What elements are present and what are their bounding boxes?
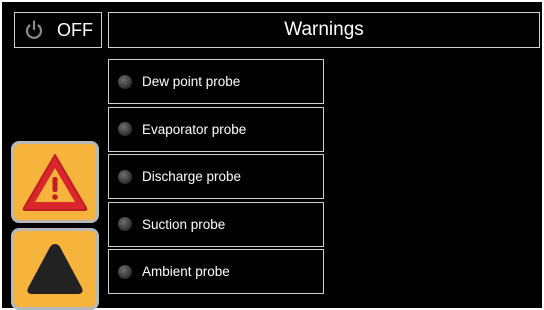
- warning-label: Ambient probe: [142, 264, 230, 279]
- page-title: Warnings: [108, 12, 540, 48]
- warning-label: Dew point probe: [142, 74, 241, 89]
- alarm-button[interactable]: [11, 141, 99, 223]
- warning-item[interactable]: Suction probe: [108, 201, 324, 247]
- warning-label: Discharge probe: [142, 169, 242, 184]
- status-led-icon: [118, 169, 132, 184]
- status-led-icon: [118, 217, 132, 231]
- up-arrow-icon: [27, 244, 83, 294]
- warning-item[interactable]: Dew point probe: [108, 59, 324, 104]
- power-button[interactable]: OFF: [14, 12, 102, 48]
- warnings-list: Dew point probe Evaporator probe Dischar…: [108, 59, 324, 297]
- status-led-icon: [118, 122, 132, 136]
- up-button[interactable]: [11, 228, 99, 310]
- status-led-icon: [118, 264, 132, 279]
- warning-item[interactable]: Evaporator probe: [108, 106, 324, 152]
- device-screen: OFF Warnings Dew point probe Evaporator …: [2, 2, 542, 310]
- power-state-label: OFF: [57, 19, 93, 40]
- power-icon: [25, 20, 43, 39]
- warning-item[interactable]: Ambient probe: [108, 249, 324, 294]
- warning-triangle-icon: [22, 154, 88, 211]
- warning-label: Suction probe: [142, 216, 226, 232]
- status-led-icon: [118, 74, 132, 89]
- warning-item[interactable]: Discharge probe: [108, 154, 324, 199]
- warning-label: Evaporator probe: [142, 121, 247, 137]
